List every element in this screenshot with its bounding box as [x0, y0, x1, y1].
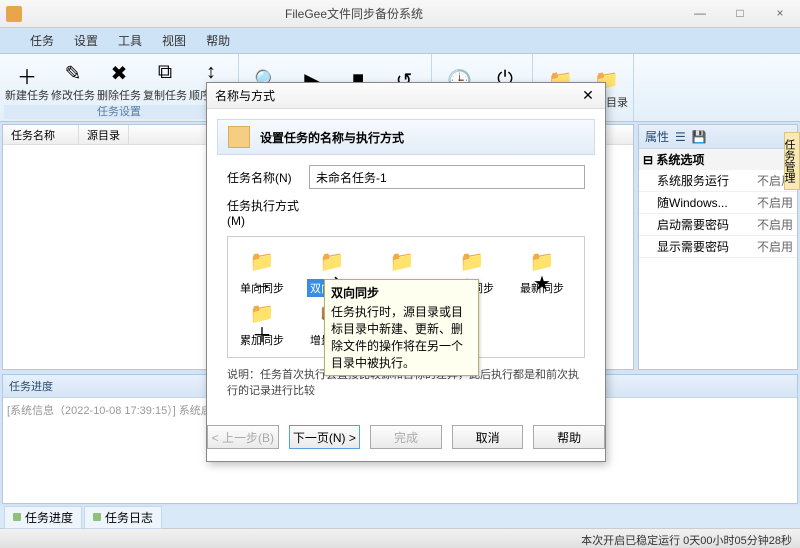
dialog-header-icon	[228, 126, 250, 148]
delete-task-icon: ✖	[107, 61, 131, 85]
col-source[interactable]: 源目录	[79, 125, 129, 144]
menu-view[interactable]: 视图	[162, 32, 186, 49]
update-sync-option[interactable]: 📁★最新同步	[516, 251, 568, 297]
close-button[interactable]: ×	[760, 2, 800, 26]
edit-task-button[interactable]: ✎修改任务	[50, 56, 96, 105]
side-tab[interactable]: 任务管理	[784, 132, 800, 190]
task-name-label: 任务名称(N)	[227, 169, 299, 186]
prev-button: < 上一步(B)	[207, 425, 279, 449]
properties-panel: 属性☰💾 ⊟ 系统选项系统服务运行不启用随Windows...不启用启动需要密码…	[638, 124, 798, 370]
finish-button: 完成	[370, 425, 442, 449]
prop-row[interactable]: 系统服务运行不启用	[639, 170, 797, 192]
cancel-button[interactable]: 取消	[452, 425, 524, 449]
properties-title: 属性	[645, 128, 669, 145]
task-name-input[interactable]	[309, 165, 585, 189]
mode-tooltip: 双向同步 任务执行时，源目录或目标目录中新建、更新、删除文件的操作将在另一个目录…	[324, 279, 479, 376]
prop-row[interactable]: 随Windows...不启用	[639, 192, 797, 214]
menu-settings[interactable]: 设置	[74, 32, 98, 49]
app-title: FileGee文件同步备份系统	[28, 5, 680, 22]
props-save-icon[interactable]: 💾	[692, 130, 707, 144]
copy-task-icon: ⧉	[153, 61, 177, 85]
new-task-button[interactable]: ＋新建任务	[4, 56, 50, 105]
copy-task-button[interactable]: ⧉复制任务	[142, 56, 188, 105]
col-task-name[interactable]: 任务名称	[3, 125, 79, 144]
mirror-sync-icon: 📁≡	[384, 251, 420, 277]
prop-row[interactable]: 启动需要密码不启用	[639, 214, 797, 236]
menu-tools[interactable]: 工具	[118, 32, 142, 49]
delete-task-button[interactable]: ✖删除任务	[96, 56, 142, 105]
dialog-close-icon[interactable]: ✕	[579, 87, 597, 104]
name-mode-dialog: 名称与方式✕ 设置任务的名称与执行方式 任务名称(N) 任务执行方式(M) 📁→…	[206, 82, 606, 462]
help-button[interactable]: 帮助	[533, 425, 605, 449]
tab-log[interactable]: 任务日志	[84, 506, 162, 529]
bottom-tabs: 任务进度 任务日志	[0, 506, 800, 528]
title-bar: FileGee文件同步备份系统 — □ ×	[0, 0, 800, 28]
twoway-sync-icon: 📁⇄	[314, 251, 350, 277]
app-icon	[6, 6, 22, 22]
accum-sync-icon: 📁＋	[244, 303, 280, 329]
update-sync-icon: 📁★	[524, 251, 560, 277]
edit-task-icon: ✎	[61, 61, 85, 85]
dialog-title: 名称与方式	[215, 87, 579, 104]
new-task-icon: ＋	[15, 61, 39, 85]
dialog-header-text: 设置任务的名称与执行方式	[260, 129, 404, 146]
move-sync-icon: 📁↪	[454, 251, 490, 277]
accum-sync-option[interactable]: 📁＋累加同步	[236, 303, 288, 349]
order-link-icon: ↕	[199, 61, 223, 85]
menu-bar: 任务 设置 工具 视图 帮助	[0, 28, 800, 54]
tooltip-title: 双向同步	[331, 284, 472, 301]
tab-progress[interactable]: 任务进度	[4, 506, 82, 529]
tooltip-body: 任务执行时，源目录或目标目录中新建、更新、删除文件的操作将在另一个目录中被执行。	[331, 303, 472, 371]
minimize-button[interactable]: —	[680, 2, 720, 26]
mode-label: 任务执行方式(M)	[227, 197, 299, 228]
props-list-icon[interactable]: ☰	[675, 130, 686, 144]
next-button[interactable]: 下一页(N) >	[289, 425, 361, 449]
status-bar: 本次开启已稳定运行 0天00小时05分钟28秒	[0, 528, 800, 548]
oneway-sync-icon: 📁→	[244, 251, 280, 277]
maximize-button[interactable]: □	[720, 2, 760, 26]
prop-row[interactable]: 显示需要密码不启用	[639, 236, 797, 258]
menu-help[interactable]: 帮助	[206, 32, 230, 49]
menu-task[interactable]: 任务	[30, 32, 54, 49]
oneway-sync-option[interactable]: 📁→单向同步	[236, 251, 288, 297]
